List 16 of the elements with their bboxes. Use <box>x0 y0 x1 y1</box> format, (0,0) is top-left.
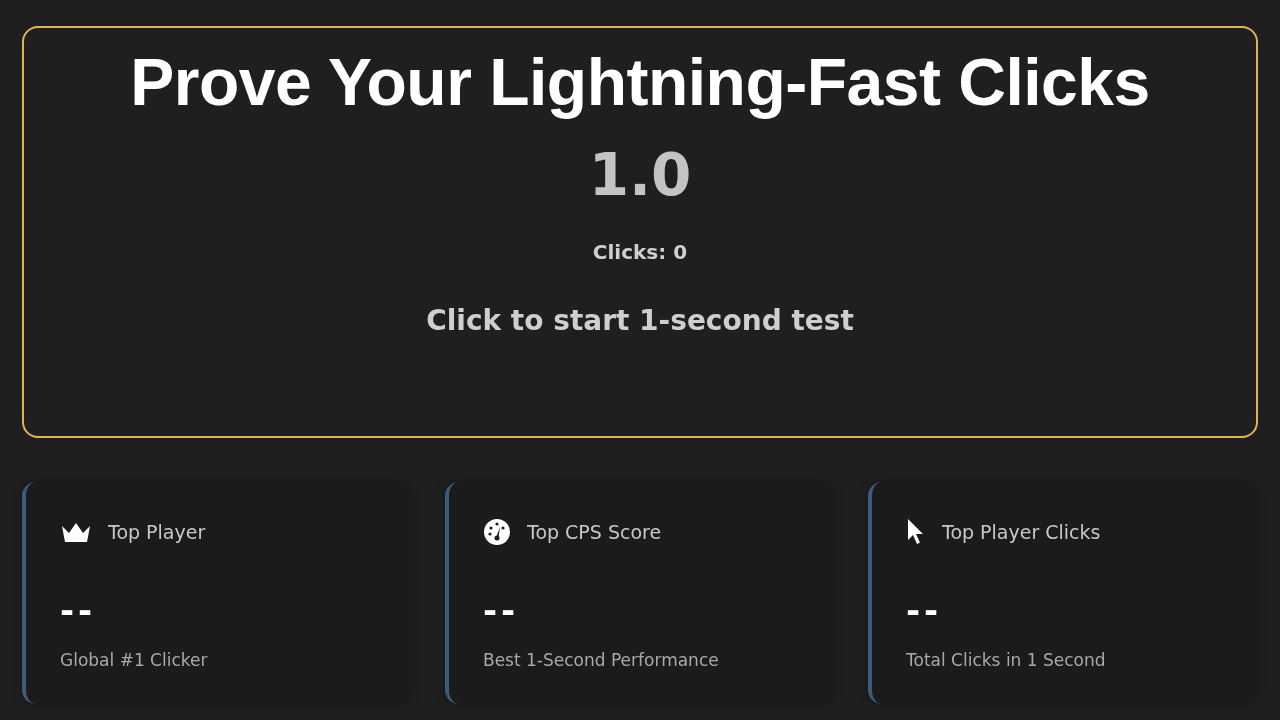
gauge-icon <box>483 518 511 546</box>
stat-caption: Best 1-Second Performance <box>483 650 720 670</box>
stat-value: -- <box>906 590 944 630</box>
start-prompt: Click to start 1-second test <box>426 304 854 337</box>
page-title: Prove Your Lightning-Fast Clicks <box>130 44 1150 121</box>
click-test-panel[interactable]: Prove Your Lightning-Fast Clicks 1.0 Clicks: 0 Click to start 1-second test <box>22 26 1258 438</box>
stat-label: Top Player Clicks <box>942 521 1101 543</box>
stat-label: Top CPS Score <box>527 521 662 543</box>
stat-label: Top Player <box>108 521 206 543</box>
cursor-icon <box>906 518 926 546</box>
stat-value: -- <box>60 590 98 630</box>
stat-caption: Total Clicks in 1 Second <box>906 650 1107 670</box>
click-counter: Clicks: 0 <box>592 240 688 264</box>
stat-caption: Global #1 Clicker <box>60 650 209 670</box>
timer-display: 1.0 <box>588 140 692 210</box>
stat-value: -- <box>483 590 521 630</box>
